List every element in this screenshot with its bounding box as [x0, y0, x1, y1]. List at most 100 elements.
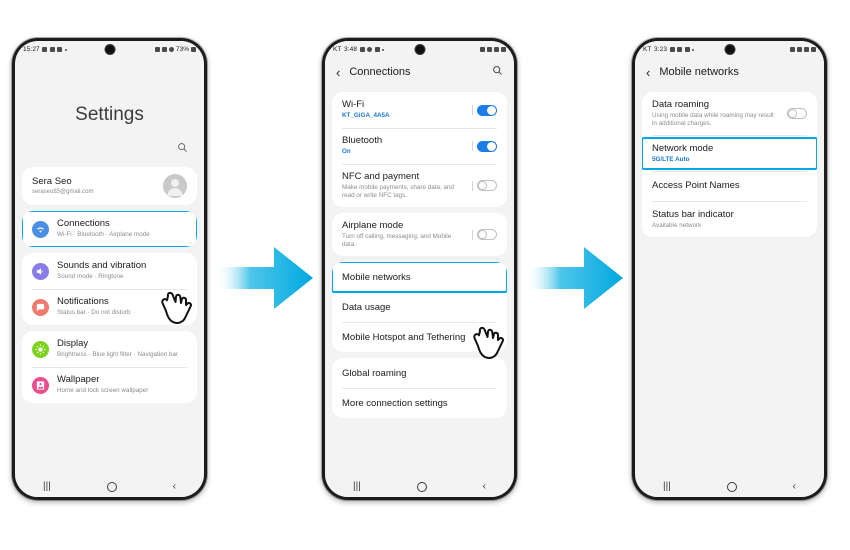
- list-item-label: Data usage: [342, 301, 391, 313]
- list-item-data-roaming[interactable]: Data roaming Using mobile data while roa…: [642, 92, 817, 135]
- chevron-left-icon[interactable]: ‹: [646, 66, 650, 79]
- airplane-mode-toggle[interactable]: [477, 229, 497, 241]
- connections-card: Connections Wi-Fi · Bluetooth · Airplane…: [22, 211, 197, 247]
- status-bar: KT 3:48: [325, 41, 514, 58]
- list-item-access-point-names[interactable]: Access Point Names: [642, 171, 817, 201]
- phone-mobile-networks: KT 3:23 ‹ Mobile networks Data roaming U…: [632, 38, 827, 500]
- list-item-label: Network mode: [652, 142, 714, 154]
- signal-icon: [487, 47, 492, 52]
- back-icon[interactable]: ‹: [173, 482, 176, 492]
- list-item-more-connection-settings[interactable]: More connection settings: [332, 388, 507, 418]
- wifi-toggle[interactable]: [477, 104, 497, 116]
- sidebar-item-sub: Brightness · Blue light filter · Navigat…: [57, 351, 179, 359]
- airplane-card: Airplane mode Turn off calling, messagin…: [332, 213, 507, 257]
- list-item-bluetooth[interactable]: Bluetooth On: [332, 128, 507, 164]
- profile-row[interactable]: Sera Seo seraseo85@gmail.com: [22, 167, 197, 205]
- list-item-sub: On: [342, 148, 351, 156]
- dot-icon: [382, 48, 385, 51]
- sound-icon: [42, 47, 48, 52]
- video-icon: [374, 47, 380, 52]
- list-item-mobile-networks[interactable]: Mobile networks: [332, 262, 507, 292]
- list-item-wifi[interactable]: Wi-Fi KT_GiGA_4A5A: [332, 92, 507, 128]
- wifi-icon: [161, 47, 167, 52]
- back-icon[interactable]: ‹: [483, 482, 486, 492]
- page-title: Mobile networks: [659, 66, 739, 78]
- list-item-nfc[interactable]: NFC and payment Make mobile payments, sh…: [332, 164, 507, 207]
- list-item-sub: Turn off calling, messaging, and Mobile …: [342, 233, 452, 249]
- nfc-toggle[interactable]: [477, 180, 497, 192]
- recents-icon[interactable]: |||: [43, 482, 51, 492]
- battery-icon: [191, 47, 196, 52]
- sidebar-item-label: Display: [57, 338, 89, 350]
- status-bar: 15:27 73%: [15, 41, 204, 58]
- speaker-icon: [32, 262, 49, 280]
- list-item-label: Mobile networks: [342, 271, 411, 283]
- profile-name: Sera Seo: [32, 175, 72, 187]
- bluetooth-toggle[interactable]: [477, 140, 497, 152]
- search-button[interactable]: [15, 126, 204, 161]
- list-item-sub: 5G/LTE Auto: [652, 155, 690, 163]
- battery-icon: [359, 47, 365, 52]
- divider: [472, 180, 473, 191]
- bell-icon: [32, 298, 49, 316]
- status-time: 15:27: [23, 46, 40, 53]
- sidebar-item-sounds[interactable]: Sounds and vibration Sound mode · Ringto…: [22, 253, 197, 289]
- search-icon: [178, 143, 187, 152]
- wallpaper-icon: [32, 376, 49, 394]
- list-item-label: Global roaming: [342, 367, 407, 379]
- status-time: 3:48: [344, 46, 358, 53]
- sidebar-item-sub: Home and lock screen wallpaper: [57, 387, 149, 395]
- page-title: Connections: [349, 66, 411, 78]
- list-item-label: More connection settings: [342, 397, 448, 409]
- page-title: Settings: [75, 104, 144, 125]
- list-item-status-bar-indicator[interactable]: Status bar indicator Available network: [642, 201, 817, 237]
- dnd-icon: [168, 47, 174, 52]
- brightness-icon: [32, 340, 49, 358]
- list-item-label: Bluetooth: [342, 135, 383, 147]
- battery-icon: [677, 47, 683, 52]
- flow-arrow-2: [526, 247, 623, 309]
- camera-punch-hole: [105, 45, 114, 54]
- status-bar-right: 73%: [154, 46, 196, 53]
- hand-cursor-mobile-networks: [473, 326, 504, 359]
- home-icon[interactable]: [416, 482, 427, 492]
- app-header: ‹ Connections: [325, 58, 514, 86]
- chevron-left-icon[interactable]: ‹: [336, 66, 340, 79]
- recents-icon[interactable]: |||: [663, 482, 671, 492]
- mail-icon: [57, 47, 63, 52]
- sidebar-item-label: Wallpaper: [57, 374, 100, 386]
- sidebar-item-sub: Sound mode · Ringtone: [57, 273, 124, 281]
- recents-icon[interactable]: |||: [353, 482, 361, 492]
- home-icon[interactable]: [106, 482, 117, 492]
- image-icon: [669, 47, 675, 52]
- list-item-airplane-mode[interactable]: Airplane mode Turn off calling, messagin…: [332, 213, 507, 256]
- display-card: Display Brightness · Blue light filter ·…: [22, 331, 197, 403]
- status-battery: 73%: [175, 46, 189, 53]
- sidebar-item-wallpaper[interactable]: Wallpaper Home and lock screen wallpaper: [22, 367, 197, 403]
- list-item-sub: Available network: [652, 221, 702, 229]
- list-item-label: NFC and payment: [342, 171, 420, 182]
- profile-card[interactable]: Sera Seo seraseo85@gmail.com: [22, 167, 197, 205]
- phone-settings-home: 15:27 73% Settings Sera Seo seraseo85@gm…: [12, 38, 207, 500]
- sidebar-item-display[interactable]: Display Brightness · Blue light filter ·…: [22, 331, 197, 367]
- data-roaming-toggle[interactable]: [787, 108, 807, 120]
- status-bar-right: [480, 47, 506, 52]
- battery-icon: [501, 47, 506, 52]
- search-button[interactable]: [492, 63, 503, 81]
- list-item-sub: KT_GiGA_4A5A: [342, 112, 390, 120]
- sidebar-item-connections[interactable]: Connections Wi-Fi · Bluetooth · Airplane…: [22, 211, 197, 247]
- phone-connections: KT 3:48 ‹ Connections Wi-Fi KT_GiGA_4A5A…: [322, 38, 517, 500]
- status-carrier: KT: [333, 46, 342, 53]
- avatar[interactable]: [163, 174, 187, 198]
- list-item-network-mode[interactable]: Network mode 5G/LTE Auto: [642, 135, 817, 171]
- back-icon[interactable]: ‹: [793, 482, 796, 492]
- dot-icon: [692, 48, 695, 51]
- camera-punch-hole: [725, 45, 734, 54]
- system-navigation-bar: ||| ‹: [15, 477, 204, 497]
- list-item-label: Data roaming: [652, 99, 710, 110]
- search-icon: [493, 66, 502, 75]
- home-icon[interactable]: [726, 482, 737, 492]
- hand-cursor-connections: [161, 291, 192, 324]
- signal-icon: [797, 47, 802, 52]
- list-item-data-usage[interactable]: Data usage: [332, 292, 507, 322]
